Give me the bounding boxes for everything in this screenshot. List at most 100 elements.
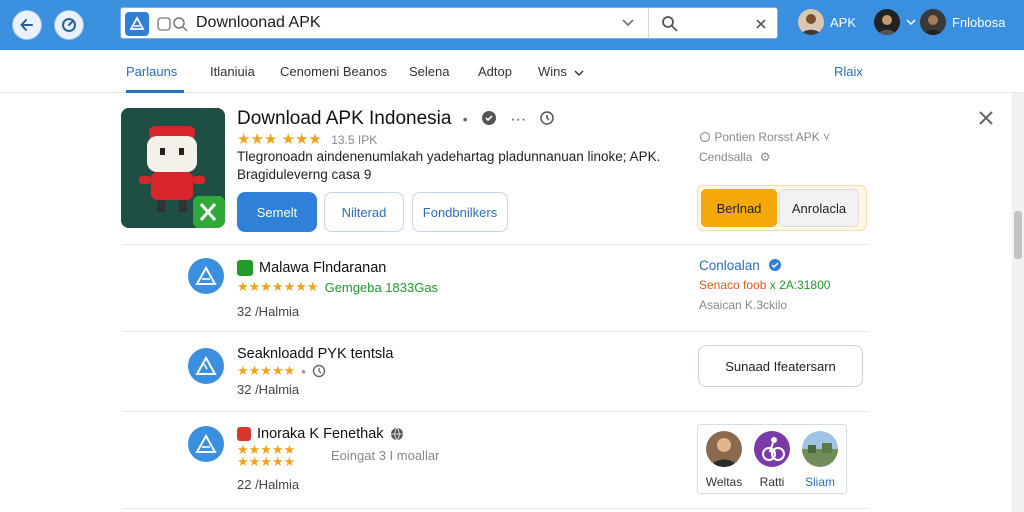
app-description: Tlegronoadn aindenenumlakah yadehartag p…	[237, 149, 661, 182]
back-button[interactable]	[12, 10, 42, 40]
avatar	[706, 431, 742, 467]
top-bar: Downloonad APK APK Fnlobosa	[0, 0, 1024, 50]
user-name: APK	[830, 14, 857, 30]
friend-item[interactable]: Weltas	[704, 431, 744, 489]
scrollbar-thumb[interactable]	[1014, 211, 1022, 259]
app-meta-2: Cendsalla ⚙	[699, 150, 770, 164]
verified-icon	[481, 111, 496, 125]
dot-icon: •	[462, 111, 468, 127]
friend-item[interactable]: Ratti	[752, 431, 792, 489]
list-item-rating: ★★★★★★★ Gemgeba 1833Gas	[237, 279, 438, 295]
row-title-text: Malawa Flndaranan	[259, 260, 387, 276]
history-icon[interactable]	[539, 110, 555, 126]
globe-icon	[390, 427, 403, 441]
meta-text: Cendsalla	[699, 150, 753, 164]
list-item-title[interactable]: Inoraka K Fenethak	[237, 426, 404, 442]
friend-name: Weltas	[705, 475, 743, 489]
developer-link[interactable]: Conloalan	[699, 258, 782, 273]
search-divider	[648, 8, 649, 38]
app-rating: ★★★ ★★★ 13.5 IPK	[237, 130, 377, 148]
install-button[interactable]: Anrolacla	[779, 189, 859, 227]
app-meta-1: Pontien Rorsst APK ˅	[699, 130, 830, 144]
refresh-button[interactable]	[54, 10, 84, 40]
user-chip-1[interactable]: APK	[798, 9, 856, 35]
friends-panel: Weltas Ratti Sliam	[697, 424, 847, 494]
meta-text: Pontien Rorsst APK	[714, 130, 820, 144]
row-app-icon[interactable]	[188, 258, 224, 294]
nav-item-right[interactable]: Rlaix	[834, 64, 863, 79]
chevron-down-icon	[573, 70, 584, 76]
refresh-icon	[62, 18, 76, 32]
more-icon[interactable]: ···	[510, 111, 526, 128]
app-badge-icon	[237, 260, 253, 276]
app-title-text: Download APK Indonesia	[237, 108, 452, 129]
divider	[123, 508, 868, 509]
rating-text: 13.5 IPK	[331, 133, 378, 147]
row-app-icon[interactable]	[188, 426, 224, 462]
search-submit-icon[interactable]	[661, 15, 679, 33]
app-title: Download APK Indonesia • ···	[237, 108, 555, 130]
nav-item-cenomeni[interactable]: Cenomeni Beanos	[280, 64, 387, 79]
nav-item-parlauns[interactable]: Parlauns	[126, 64, 177, 79]
stat-text: Senaco foob	[699, 278, 767, 292]
list-item-title[interactable]: Malawa Flndaranan	[237, 260, 386, 276]
list-item-rating: ★★★★★ ★★★★★ Eoingat 3 I moallar	[237, 443, 440, 468]
tertiary-button[interactable]: Fondbnilkers	[412, 192, 508, 232]
user-chip-2[interactable]	[874, 9, 916, 35]
rating-stars-icon: ★★★★★	[237, 363, 296, 378]
dot-icon: •	[301, 363, 306, 379]
history-icon	[312, 364, 326, 378]
rating-text: Eoingat 3 I moallar	[331, 448, 440, 463]
search-icon	[157, 17, 188, 32]
list-item-title[interactable]: Seaknloadd PYK tentsla	[237, 346, 393, 362]
list-item-rating: ★★★★★ •	[237, 363, 326, 379]
row-action-button[interactable]: Sunaad Ifeatersarn	[698, 345, 863, 387]
close-icon[interactable]	[976, 108, 996, 128]
clear-icon[interactable]	[755, 18, 767, 30]
row-title-text: Seaknloadd PYK tentsla	[237, 346, 394, 362]
secondary-button[interactable]: Nilterad	[324, 192, 404, 232]
nav-item-itlaniuia[interactable]: Itlaniuia	[210, 64, 255, 79]
friend-name: Ratti	[759, 475, 785, 489]
verified-icon	[768, 259, 781, 271]
friend-item[interactable]: Sliam	[800, 431, 840, 489]
nav-item-selena[interactable]: Selena	[409, 64, 449, 79]
list-item-size: 22 /Halmia	[237, 477, 300, 492]
search-bar[interactable]: Downloonad APK	[120, 7, 778, 39]
friend-name: Sliam	[804, 475, 835, 489]
download-button[interactable]: Berlnad	[701, 189, 777, 227]
primary-button[interactable]: Semelt	[237, 192, 317, 232]
gear-icon: ⚙	[759, 150, 771, 164]
divider	[123, 411, 868, 412]
user-name: Fnlobosa	[952, 14, 1006, 30]
avatar	[754, 431, 790, 467]
download-group: Berlnad Anrolacla	[697, 185, 867, 231]
list-item-size: 32 /Halmia	[237, 382, 300, 397]
nav-item-adtop[interactable]: Adtop	[478, 64, 512, 79]
row-title-text: Inoraka K Fenethak	[257, 426, 384, 442]
avatar	[920, 9, 946, 35]
search-input[interactable]: Downloonad APK	[196, 14, 321, 32]
scrollbar[interactable]	[1012, 93, 1024, 512]
avatar	[798, 9, 824, 35]
chevron-down-icon[interactable]	[621, 18, 635, 28]
developer-meta: Asaican K.3ckilo	[699, 298, 788, 312]
nav-item-wins[interactable]: Wins	[538, 64, 584, 79]
back-arrow-icon	[20, 19, 33, 31]
app-icon	[121, 108, 225, 228]
rating-stars-icon: ★★★★★★★	[237, 279, 319, 294]
developer-stats: Senaco foob x 2A:31800	[699, 278, 830, 292]
row-app-icon[interactable]	[188, 348, 224, 384]
divider	[123, 244, 868, 245]
developer-name: Conloalan	[699, 258, 760, 273]
stat-value: x 2A:31800	[769, 278, 831, 292]
category-nav: Parlauns Itlaniuia Cenomeni Beanos Selen…	[0, 50, 1024, 93]
store-logo-icon	[125, 12, 149, 36]
user-chip-3[interactable]: Fnlobosa	[920, 9, 1005, 35]
chevron-down-icon[interactable]	[906, 17, 916, 27]
rating-text: Gemgeba 1833Gas	[324, 279, 439, 295]
app-badge-icon	[237, 427, 251, 441]
tag-icon	[699, 131, 711, 143]
active-tab-indicator	[126, 90, 184, 93]
avatar	[802, 431, 838, 467]
